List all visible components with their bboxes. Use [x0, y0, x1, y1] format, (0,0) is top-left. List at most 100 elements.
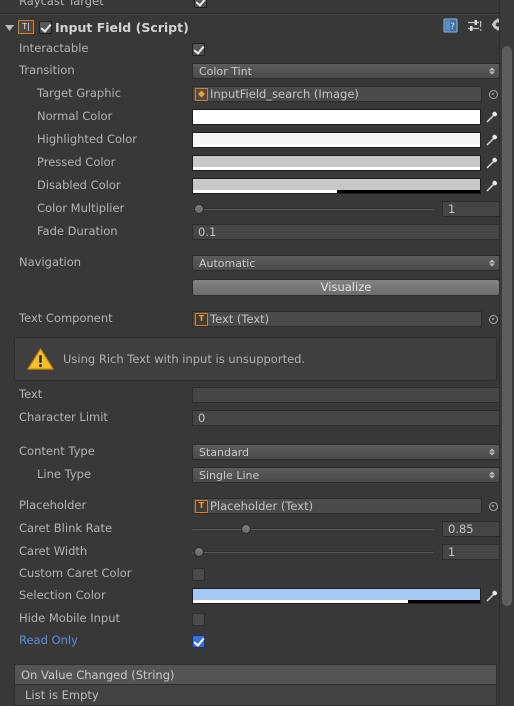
chevron-updown-icon: [489, 67, 495, 75]
disabled-color-label: Disabled Color: [37, 178, 121, 193]
row-text-component[interactable]: Text Component T Text (Text): [0, 308, 514, 330]
normal-color-eyedropper-icon[interactable]: [484, 109, 500, 125]
event-list-empty-message: List is Empty: [14, 684, 497, 706]
row-navigation[interactable]: Navigation Automatic: [0, 252, 514, 274]
row-fade-duration[interactable]: Fade Duration 0.1: [0, 221, 514, 243]
component-enabled-checkbox[interactable]: [39, 20, 52, 34]
character-limit-input[interactable]: 0: [192, 410, 500, 426]
component-header[interactable]: T| Input Field (Script) ?: [0, 16, 514, 38]
row-color-multiplier[interactable]: Color Multiplier 1: [0, 198, 514, 220]
pressed-color-swatch[interactable]: [192, 155, 481, 171]
row-placeholder[interactable]: Placeholder T Placeholder (Text): [0, 495, 514, 517]
navigation-label: Navigation: [19, 255, 82, 270]
caret-width-value[interactable]: 1: [442, 544, 500, 560]
highlighted-color-label: Highlighted Color: [37, 132, 137, 147]
target-graphic-objectfield[interactable]: InputField_search (Image): [192, 86, 482, 102]
disabled-color-swatch[interactable]: [192, 178, 481, 194]
rich-text-warning-box: Using Rich Text with input is unsupporte…: [14, 337, 497, 381]
raycast-target-checkbox[interactable]: [194, 0, 207, 8]
event-list-header[interactable]: On Value Changed (String): [14, 664, 497, 684]
placeholder-object-picker[interactable]: [486, 499, 500, 513]
chevron-updown-icon: [489, 448, 495, 456]
text-label: Text: [19, 387, 43, 402]
row-disabled-color[interactable]: Disabled Color: [0, 175, 514, 197]
row-highlighted-color[interactable]: Highlighted Color: [0, 129, 514, 151]
help-book-icon[interactable]: ?: [443, 18, 458, 36]
read-only-checkbox[interactable]: [192, 634, 205, 648]
fade-duration-input[interactable]: 0.1: [192, 224, 500, 240]
row-caret-blink-rate[interactable]: Caret Blink Rate 0.85: [0, 518, 514, 540]
warning-message: Using Rich Text with input is unsupporte…: [63, 352, 306, 366]
raycast-target-row[interactable]: Raycast Target: [0, 0, 514, 13]
warning-triangle-icon: [25, 346, 55, 373]
row-text[interactable]: Text: [0, 384, 514, 406]
transition-value: Color Tint: [199, 64, 252, 78]
row-hide-mobile-input[interactable]: Hide Mobile Input: [0, 608, 514, 630]
row-selection-color[interactable]: Selection Color: [0, 585, 514, 607]
placeholder-objectfield[interactable]: T Placeholder (Text): [192, 498, 482, 514]
transition-dropdown[interactable]: Color Tint: [192, 63, 500, 79]
hide-mobile-input-label: Hide Mobile Input: [19, 611, 121, 626]
row-interactable[interactable]: Interactable: [0, 38, 514, 60]
text-asset-icon: T: [195, 312, 208, 326]
color-multiplier-slider[interactable]: [192, 202, 434, 216]
content-type-dropdown[interactable]: Standard: [192, 444, 500, 460]
unity-inspector-panel: Raycast Target T| Input Field (Script) ?: [0, 0, 514, 706]
caret-blink-rate-value[interactable]: 0.85: [442, 521, 500, 537]
hide-mobile-input-checkbox[interactable]: [192, 612, 205, 626]
normal-color-swatch[interactable]: [192, 109, 481, 125]
inspector-scrollbar[interactable]: [499, 0, 514, 705]
text-component-label: Text Component: [19, 311, 113, 326]
text-component-value: Text (Text): [210, 312, 270, 326]
foldout-arrow-icon[interactable]: [3, 21, 16, 34]
row-read-only[interactable]: Read Only: [0, 630, 514, 652]
character-limit-label: Character Limit: [19, 410, 108, 425]
line-type-dropdown[interactable]: Single Line: [192, 467, 500, 483]
slider-handle[interactable]: [240, 524, 251, 534]
row-custom-caret-color[interactable]: Custom Caret Color: [0, 563, 514, 585]
interactable-label: Interactable: [19, 41, 89, 56]
target-graphic-object-picker[interactable]: [486, 87, 500, 101]
row-line-type[interactable]: Line Type Single Line: [0, 464, 514, 486]
selection-color-swatch[interactable]: [192, 588, 481, 604]
visualize-button[interactable]: Visualize: [192, 278, 500, 296]
scrollbar-thumb[interactable]: [502, 46, 512, 606]
row-transition[interactable]: Transition Color Tint: [0, 60, 514, 82]
interactable-checkbox[interactable]: [192, 42, 205, 56]
slider-handle[interactable]: [194, 547, 205, 557]
preset-icon[interactable]: [467, 19, 482, 36]
target-graphic-label: Target Graphic: [37, 86, 122, 101]
content-type-label: Content Type: [19, 444, 95, 459]
highlighted-color-swatch[interactable]: [192, 132, 481, 148]
color-multiplier-value[interactable]: 1: [442, 201, 500, 217]
selection-color-eyedropper-icon[interactable]: [484, 588, 500, 604]
navigation-dropdown[interactable]: Automatic: [192, 255, 500, 271]
line-type-value: Single Line: [199, 468, 260, 482]
row-visualize[interactable]: Visualize: [0, 276, 514, 298]
slider-handle[interactable]: [194, 204, 205, 214]
content-type-value: Standard: [199, 445, 250, 459]
disabled-color-eyedropper-icon[interactable]: [484, 178, 500, 194]
row-character-limit[interactable]: Character Limit 0: [0, 407, 514, 429]
highlighted-color-eyedropper-icon[interactable]: [484, 132, 500, 148]
row-normal-color[interactable]: Normal Color: [0, 106, 514, 128]
divider-top-light: [0, 14, 514, 15]
row-target-graphic[interactable]: Target Graphic InputField_search (Image): [0, 83, 514, 105]
text-input[interactable]: [192, 387, 500, 403]
row-pressed-color[interactable]: Pressed Color: [0, 152, 514, 174]
text-component-objectfield[interactable]: T Text (Text): [192, 311, 482, 327]
raycast-target-label: Raycast Target: [19, 0, 104, 8]
caret-width-slider[interactable]: [192, 545, 434, 559]
row-caret-width[interactable]: Caret Width 1: [0, 541, 514, 563]
caret-blink-rate-label: Caret Blink Rate: [19, 521, 113, 536]
normal-color-label: Normal Color: [37, 109, 113, 124]
pressed-color-eyedropper-icon[interactable]: [484, 155, 500, 171]
chevron-updown-icon: [489, 471, 495, 479]
component-title: Input Field (Script): [55, 19, 189, 35]
custom-caret-color-checkbox[interactable]: [192, 567, 205, 581]
text-component-object-picker[interactable]: [486, 312, 500, 326]
row-content-type[interactable]: Content Type Standard: [0, 441, 514, 463]
caret-width-label: Caret Width: [19, 544, 88, 559]
caret-blink-rate-slider[interactable]: [192, 522, 434, 536]
selection-color-label: Selection Color: [19, 588, 106, 603]
